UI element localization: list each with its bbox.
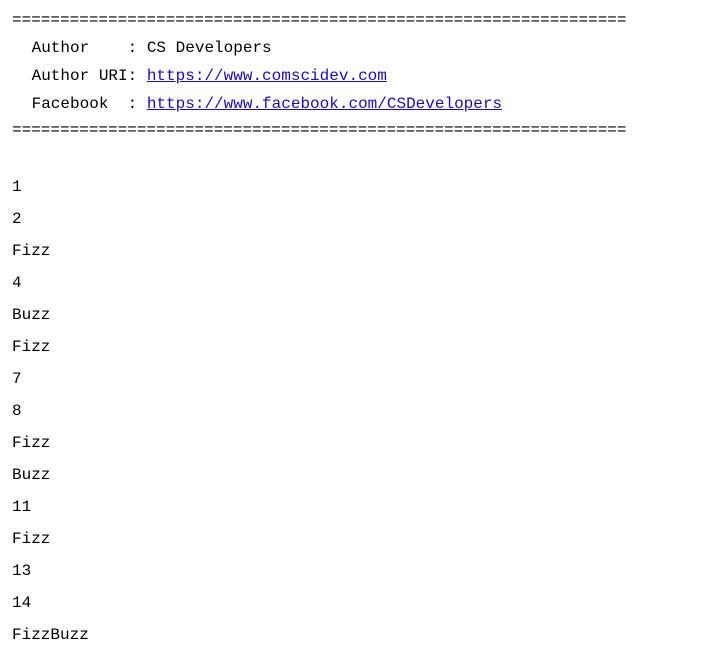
output-line: Fizz <box>12 523 714 555</box>
output-line: Fizz <box>12 331 714 363</box>
author-uri-link[interactable]: https://www.comscidev.com <box>147 67 387 85</box>
output-line: 2 <box>12 203 714 235</box>
output-line: 13 <box>12 555 714 587</box>
output-line: Fizz <box>12 235 714 267</box>
facebook-row: Facebook : https://www.facebook.com/CSDe… <box>22 90 714 118</box>
output-line: FizzBuzz <box>12 619 714 651</box>
author-label: Author : <box>22 39 147 57</box>
author-row: Author : CS Developers <box>22 34 714 62</box>
facebook-label: Facebook : <box>22 95 147 113</box>
output-line: Buzz <box>12 299 714 331</box>
author-uri-label: Author URI: <box>22 67 147 85</box>
output-line: 1 <box>12 171 714 203</box>
header-block: Author : CS Developers Author URI: https… <box>12 34 714 118</box>
output-line: 7 <box>12 363 714 395</box>
output-line: Fizz <box>12 427 714 459</box>
author-uri-row: Author URI: https://www.comscidev.com <box>22 62 714 90</box>
divider-top: ========================================… <box>12 8 714 34</box>
output-line: 14 <box>12 587 714 619</box>
divider-bottom: ========================================… <box>12 118 714 144</box>
output-line: Buzz <box>12 459 714 491</box>
output-line: 11 <box>12 491 714 523</box>
output-block: 1 2 Fizz 4 Buzz Fizz 7 8 Fizz Buzz 11 Fi… <box>12 171 714 651</box>
facebook-link[interactable]: https://www.facebook.com/CSDevelopers <box>147 95 502 113</box>
output-line: 8 <box>12 395 714 427</box>
output-line: 4 <box>12 267 714 299</box>
author-value: CS Developers <box>147 39 272 57</box>
